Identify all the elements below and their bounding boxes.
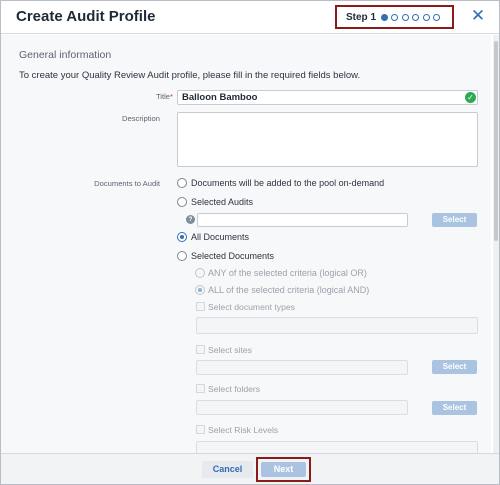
checkbox-risk-levels[interactable] <box>196 425 205 434</box>
title-input[interactable]: Balloon Bamboo <box>177 90 478 105</box>
radio-any-criteria-label: ANY of the selected criteria (logical OR… <box>208 268 367 278</box>
intro-text: To create your Quality Review Audit prof… <box>19 70 361 81</box>
close-icon[interactable]: ✕ <box>470 7 486 25</box>
step-dot-2 <box>391 13 399 21</box>
risk-levels-label: Select Risk Levels <box>208 425 279 435</box>
checkbox-folders[interactable] <box>196 384 205 393</box>
next-button-highlight: Next <box>256 457 311 482</box>
select-folders-button[interactable]: Select <box>432 401 477 415</box>
dialog: Create Audit Profile Step 1 ✕ General in… <box>0 0 500 485</box>
sites-label: Select sites <box>208 345 252 355</box>
documents-to-audit-label: Documents to Audit <box>94 179 160 188</box>
folders-input[interactable] <box>196 400 408 415</box>
form-body: General information To create your Quali… <box>1 35 491 453</box>
scrollbar-thumb[interactable] <box>494 41 498 241</box>
step-dot-3 <box>401 13 409 21</box>
step-dot-1 <box>381 13 389 21</box>
dialog-title: Create Audit Profile <box>16 8 156 25</box>
radio-selected-documents[interactable] <box>177 251 187 261</box>
radio-any-criteria[interactable] <box>195 268 205 278</box>
radio-all-criteria[interactable] <box>195 285 205 295</box>
step-dot-5 <box>422 13 430 21</box>
next-button[interactable]: Next <box>261 462 306 477</box>
step-dot-4 <box>412 13 420 21</box>
select-audits-button[interactable]: Select <box>432 213 477 227</box>
title-label: Title* <box>155 92 173 101</box>
radio-selected-documents-label: Selected Documents <box>191 251 275 261</box>
dialog-header: Create Audit Profile Step 1 ✕ <box>1 1 499 34</box>
radio-all-criteria-label: ALL of the selected criteria (logical AN… <box>208 285 370 295</box>
radio-all-documents-label: All Documents <box>191 232 250 242</box>
document-types-label: Select document types <box>208 302 295 312</box>
radio-selected-audits-label: Selected Audits <box>191 197 254 207</box>
step-label: Step 1 <box>346 11 377 23</box>
risk-levels-input[interactable] <box>196 441 478 453</box>
info-icon[interactable]: ? <box>186 215 195 224</box>
document-types-input[interactable] <box>196 317 478 334</box>
section-title: General information <box>19 49 112 61</box>
radio-all-documents[interactable] <box>177 232 187 242</box>
folders-label: Select folders <box>208 384 261 394</box>
radio-on-demand[interactable] <box>177 178 187 188</box>
description-textarea[interactable] <box>177 112 478 167</box>
sites-input[interactable] <box>196 360 408 375</box>
cancel-button[interactable]: Cancel <box>202 461 253 478</box>
step-indicator: Step 1 <box>335 5 454 29</box>
radio-selected-audits[interactable] <box>177 197 187 207</box>
selected-audits-input[interactable] <box>197 213 408 227</box>
select-sites-button[interactable]: Select <box>432 360 477 374</box>
description-label: Description <box>122 114 160 123</box>
checkbox-document-types[interactable] <box>196 302 205 311</box>
dialog-footer: Cancel Next <box>1 453 499 484</box>
step-dot-6 <box>432 13 440 21</box>
checkbox-sites[interactable] <box>196 345 205 354</box>
valid-check-icon: ✓ <box>465 92 476 103</box>
radio-on-demand-label: Documents will be added to the pool on-d… <box>191 178 385 188</box>
